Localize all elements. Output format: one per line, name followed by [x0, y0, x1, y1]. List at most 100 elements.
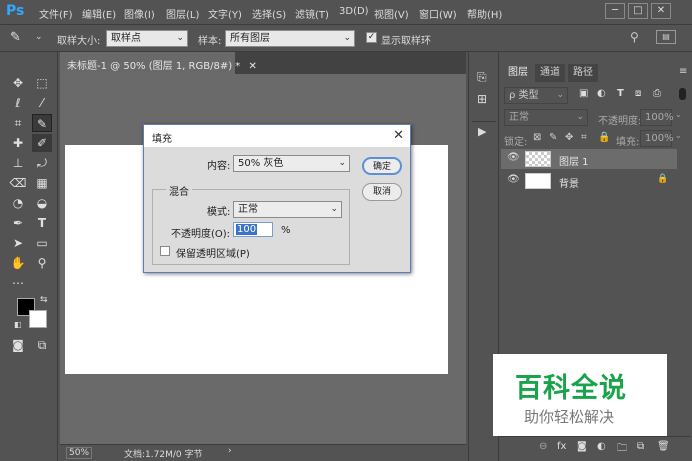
lock-pixels-icon[interactable]: ✎ — [549, 132, 557, 143]
close-icon[interactable]: ✕ — [248, 61, 256, 72]
filter-type-icon[interactable]: T — [617, 88, 624, 99]
hand-tool-icon[interactable]: ✋ — [8, 254, 28, 272]
lock-transparent-icon[interactable]: ⊠ — [533, 132, 541, 143]
healing-brush-tool-icon[interactable]: ✚ — [8, 134, 28, 152]
eraser-tool-icon[interactable]: ⌫ — [8, 174, 28, 192]
zoom-tool-icon[interactable]: ⚲ — [32, 254, 52, 272]
menu-select[interactable]: 选择(S) — [252, 6, 286, 21]
lock-artboard-icon[interactable]: ⌗ — [581, 132, 587, 143]
dialog-close-button[interactable]: ✕ — [393, 128, 404, 143]
opacity-input[interactable]: 100 — [233, 222, 273, 237]
preserve-transparency-checkbox[interactable] — [160, 246, 170, 256]
opacity-field[interactable]: 100% — [640, 109, 674, 126]
ok-button[interactable]: 确定 — [362, 157, 402, 175]
visibility-eye-icon[interactable]: 👁 — [507, 152, 520, 163]
minimize-button[interactable]: ─ — [605, 3, 625, 19]
workspace-switcher-icon[interactable]: ▤ — [656, 30, 676, 44]
tab-channels[interactable]: 通道 — [535, 64, 565, 82]
zoom-field[interactable]: 50% — [66, 447, 92, 459]
document-tab[interactable]: 未标题-1 @ 50% (图层 1, RGB/8#) * ✕ — [60, 52, 257, 74]
menu-3d[interactable]: 3D(D) — [339, 6, 369, 17]
tab-paths[interactable]: 路径 — [568, 64, 598, 82]
mode-select[interactable]: 正常 ⌄ — [233, 201, 342, 218]
filter-pixel-icon[interactable]: ▣ — [579, 88, 588, 99]
history-panel-icon[interactable]: ⎘ — [477, 70, 487, 85]
cancel-button[interactable]: 取消 — [362, 183, 402, 201]
path-select-tool-icon[interactable]: ➤ — [8, 234, 28, 252]
layer-name[interactable]: 图层 1 — [559, 153, 589, 168]
dialog-titlebar[interactable]: 填充 — [144, 125, 410, 147]
status-bar: 50% 文档:1.72M/0 字节 › — [60, 444, 466, 461]
menu-edit[interactable]: 编辑(E) — [82, 6, 116, 21]
chevron-down-icon: ⌄ — [556, 90, 564, 100]
screen-mode-icon[interactable]: ⧉ — [32, 336, 52, 354]
marquee-tool-icon[interactable]: ⬚ — [32, 74, 52, 92]
filter-smart-object-icon[interactable]: ⎙ — [653, 88, 661, 99]
layer-row-layer1[interactable]: 👁 图层 1 — [501, 149, 677, 169]
eyedropper-tool-icon[interactable]: ✎ — [32, 114, 52, 132]
show-ring-checkbox[interactable]: ✓ — [366, 32, 377, 43]
menu-image[interactable]: 图像(I) — [124, 6, 155, 21]
blur-tool-icon[interactable]: ◔ — [8, 194, 28, 212]
blend-mode-select[interactable]: 正常 ⌄ — [504, 109, 588, 126]
dodge-tool-icon[interactable]: ◒ — [32, 194, 52, 212]
move-tool-icon[interactable]: ✥ — [8, 74, 28, 92]
filter-shape-icon[interactable]: ⧈ — [635, 88, 641, 99]
menu-type[interactable]: 文字(Y) — [208, 6, 242, 21]
adjustment-layer-icon[interactable]: ◐ — [597, 441, 606, 452]
crop-tool-icon[interactable]: ⌗ — [8, 114, 28, 132]
close-button[interactable]: ✕ — [651, 3, 671, 19]
menu-file[interactable]: 文件(F) — [39, 6, 73, 21]
more-tools-icon[interactable]: ⋯ — [8, 274, 28, 292]
eyedropper-icon[interactable]: ✎ — [10, 30, 21, 45]
default-colors-icon[interactable]: ◧ — [14, 320, 22, 329]
chevron-down-icon[interactable]: ⌄ — [35, 32, 43, 42]
layer-row-background[interactable]: 👁 背景 🔒 — [501, 171, 677, 191]
tab-layers[interactable]: 图层 — [503, 64, 533, 82]
menu-help[interactable]: 帮助(H) — [467, 6, 502, 21]
layer-name[interactable]: 背景 — [559, 175, 579, 190]
chevron-right-icon[interactable]: › — [228, 446, 232, 456]
actions-play-icon[interactable]: ▶ — [478, 125, 486, 138]
add-mask-icon[interactable]: ◙ — [577, 441, 587, 452]
lasso-tool-icon[interactable]: ℓ — [8, 94, 28, 112]
fx-icon[interactable]: fx — [557, 441, 566, 452]
menu-layer[interactable]: 图层(L) — [166, 6, 199, 21]
search-icon[interactable]: ⚲ — [630, 30, 639, 44]
visibility-eye-icon[interactable]: 👁 — [507, 174, 520, 185]
swap-colors-icon[interactable]: ⇆ — [40, 295, 48, 305]
filter-toggle[interactable] — [679, 88, 686, 100]
chevron-down-icon[interactable]: ⌄ — [675, 131, 682, 140]
menu-filter[interactable]: 滤镜(T) — [295, 6, 329, 21]
filter-adjustment-icon[interactable]: ◐ — [597, 88, 606, 99]
fill-field[interactable]: 100% — [640, 130, 674, 147]
link-layers-icon[interactable]: ⊖ — [539, 441, 547, 452]
delete-layer-icon[interactable]: 🗑 — [657, 441, 670, 452]
content-select[interactable]: 50% 灰色 ⌄ — [233, 155, 350, 172]
properties-panel-icon[interactable]: ⊞ — [477, 92, 487, 106]
brush-tool-icon[interactable]: ✐ — [32, 134, 52, 152]
lock-position-icon[interactable]: ✥ — [565, 132, 573, 143]
document-tab-title: 未标题-1 @ 50% (图层 1, RGB/8#) * — [67, 61, 241, 72]
menu-window[interactable]: 窗口(W) — [419, 6, 457, 21]
clone-stamp-tool-icon[interactable]: ⊥ — [8, 154, 28, 172]
new-layer-icon[interactable]: ⧉ — [637, 441, 644, 452]
maximize-button[interactable]: □ — [628, 3, 648, 19]
sample-select[interactable]: 所有图层 ⌄ — [225, 30, 355, 47]
rectangle-tool-icon[interactable]: ▭ — [32, 234, 52, 252]
chevron-down-icon[interactable]: ⌄ — [675, 110, 682, 119]
panel-menu-icon[interactable]: ≡ — [679, 66, 687, 77]
gradient-tool-icon[interactable]: ▦ — [32, 174, 52, 192]
sample-size-select[interactable]: 取样点 ⌄ — [106, 30, 188, 47]
history-brush-tool-icon[interactable]: ⤾ — [32, 154, 52, 172]
lock-label: 锁定: — [504, 137, 528, 148]
background-color-swatch[interactable] — [29, 310, 47, 328]
quick-select-tool-icon[interactable]: ⁄ — [32, 94, 52, 112]
type-tool-icon[interactable]: T — [32, 214, 52, 232]
quick-mask-icon[interactable]: ◙ — [8, 336, 28, 354]
menu-view[interactable]: 视图(V) — [374, 6, 409, 21]
lock-all-icon[interactable]: 🔒 — [598, 132, 610, 143]
new-group-icon[interactable]: 🗀 — [617, 441, 627, 458]
layer-filter-select[interactable]: ρ 类型 ⌄ — [504, 87, 568, 104]
pen-tool-icon[interactable]: ✒ — [8, 214, 28, 232]
